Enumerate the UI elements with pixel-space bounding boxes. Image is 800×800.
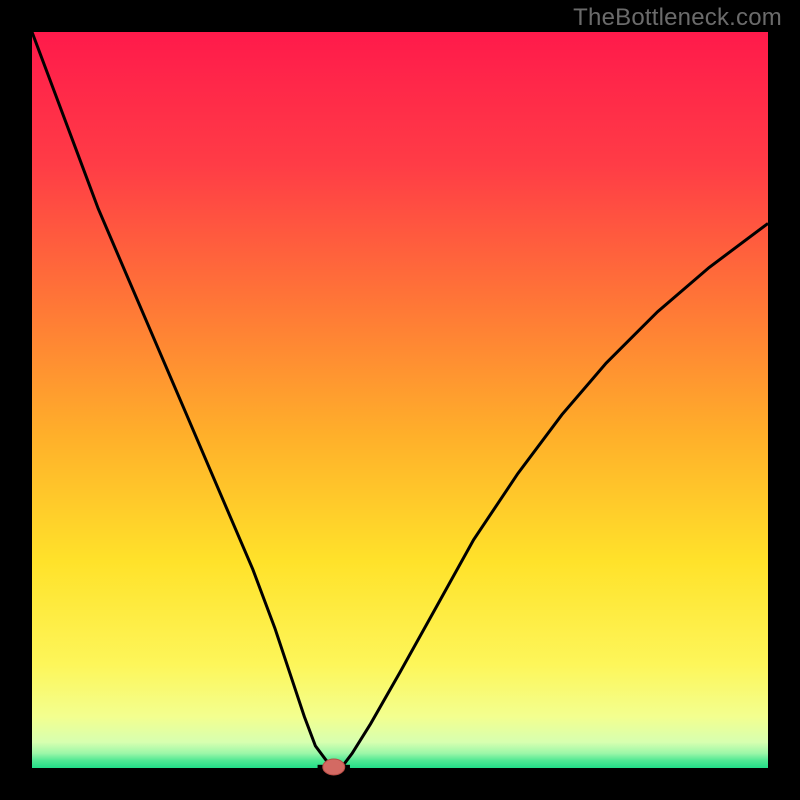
optimum-marker [323, 759, 345, 775]
chart-frame: TheBottleneck.com [0, 0, 800, 800]
bottleneck-chart [0, 0, 800, 800]
watermark-text: TheBottleneck.com [573, 4, 782, 32]
plot-background [32, 32, 768, 768]
